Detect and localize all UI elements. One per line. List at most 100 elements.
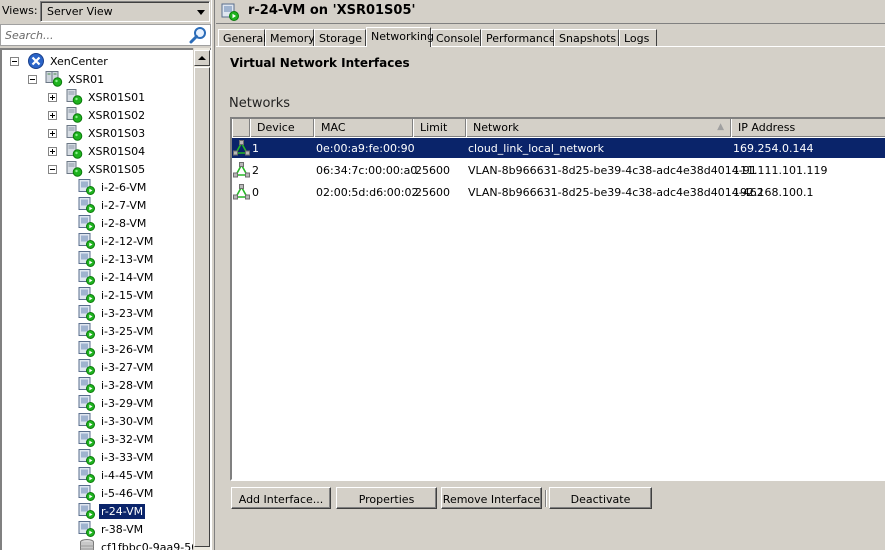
collapse-icon[interactable]	[28, 74, 37, 84]
tree-node[interactable]: XSR01S05	[48, 160, 147, 178]
column-header-mac[interactable]: MAC	[314, 119, 413, 137]
tree-node[interactable]: i-3-33-VM	[78, 448, 155, 466]
column-header-network[interactable]: Network ▲	[466, 119, 731, 137]
collapse-icon[interactable]	[48, 164, 57, 174]
tree-node[interactable]: i-3-29-VM	[78, 394, 155, 412]
cell-ip: 111.111.101.119	[733, 164, 828, 177]
cell-mac: 0e:00:a9:fe:00:90	[316, 142, 415, 155]
tree-node[interactable]: i-2-8-VM	[78, 214, 148, 232]
tree-node-label: XSR01	[68, 72, 105, 86]
vm-running-icon	[78, 341, 96, 357]
tree-node[interactable]: i-2-13-VM	[78, 250, 155, 268]
vif-row[interactable]: 1 0e:00:a9:fe:00:90 cloud_link_local_netwo…	[232, 138, 885, 158]
tree-node[interactable]: i-3-27-VM	[78, 358, 155, 376]
tree-node[interactable]: i-5-46-VM	[78, 484, 155, 502]
tree-node[interactable]: i-2-6-VM	[78, 178, 148, 196]
scroll-up-button[interactable]	[194, 50, 210, 66]
remove-interface-button[interactable]: Remove Interface	[441, 487, 542, 509]
vif-grid[interactable]: Device MAC Limit Network ▲ IP Address 1 0…	[230, 117, 885, 481]
tab-snapshots[interactable]: Snapshots	[554, 29, 619, 47]
resource-tree[interactable]: XenCenter XSR01 XSR01S01 XSR01S02 XSR01S03 XS…	[0, 48, 212, 550]
tree-node[interactable]: r-38-VM	[78, 520, 145, 538]
cell-ip: 169.254.0.144	[733, 142, 814, 155]
collapse-icon[interactable]	[10, 56, 19, 66]
vm-running-icon	[78, 467, 96, 483]
vm-running-icon	[78, 251, 96, 267]
tree-node[interactable]: r-24-VM	[78, 502, 146, 520]
tree-node[interactable]: XSR01S04	[48, 142, 147, 160]
cell-device: 2	[252, 164, 259, 177]
tree-node-label: i-3-29-VM	[101, 396, 154, 410]
tree-node[interactable]: i-3-25-VM	[78, 322, 155, 340]
tree-node-label: i-2-15-VM	[101, 288, 154, 302]
tab-storage[interactable]: Storage	[314, 29, 366, 47]
search-icon[interactable]	[189, 26, 207, 44]
pane-splitter[interactable]	[211, 0, 215, 550]
vm-running-icon	[78, 521, 96, 537]
tree-node-label: i-2-13-VM	[101, 252, 154, 266]
tab-logs[interactable]: Logs	[619, 29, 657, 47]
button-separator	[545, 490, 547, 507]
vm-running-icon	[78, 413, 96, 429]
deactivate-button[interactable]: Deactivate	[549, 487, 652, 509]
host-icon	[65, 143, 83, 159]
sort-ascending-icon: ▲	[717, 122, 724, 132]
tree-node[interactable]: i-2-15-VM	[78, 286, 155, 304]
tree-node[interactable]: i-2-14-VM	[78, 268, 155, 286]
tree-node-label: cf1fbbc0-9aa9-50c	[101, 540, 205, 550]
views-dropdown[interactable]: Server View	[40, 1, 210, 22]
tree-node[interactable]: i-3-28-VM	[78, 376, 155, 394]
tab-networking[interactable]: Networking	[366, 27, 434, 47]
cell-network: VLAN-8b966631-8d25-be39-4c38-adc4e38d401…	[468, 164, 757, 177]
tree-node[interactable]: XSR01S02	[48, 106, 147, 124]
tree-node[interactable]: i-3-32-VM	[78, 430, 155, 448]
tree-node-label: i-3-27-VM	[101, 360, 154, 374]
section-heading: Virtual Network Interfaces	[230, 56, 410, 70]
tree-node-label: XenCenter	[50, 54, 108, 68]
properties-button[interactable]: Properties	[336, 487, 437, 509]
search-box[interactable]	[0, 24, 211, 46]
column-header-device[interactable]: Device	[250, 119, 314, 137]
tab-console[interactable]: Console	[431, 29, 481, 47]
tree-node[interactable]: XSR01S03	[48, 124, 147, 142]
add-interface-button[interactable]: Add Interface...	[231, 487, 331, 509]
vm-running-icon	[78, 503, 96, 519]
tree-node[interactable]: XSR01S01	[48, 88, 147, 106]
vif-row[interactable]: 0 02:00:5d:d6:00:02 25600 VLAN-8b966631-8d2…	[232, 182, 885, 202]
tab-performance[interactable]: Performance	[481, 29, 556, 47]
tree-node[interactable]: i-2-12-VM	[78, 232, 155, 250]
tree-node[interactable]: i-3-23-VM	[78, 304, 155, 322]
title-bar: r-24-VM on 'XSR01S05'	[216, 0, 885, 24]
expand-icon[interactable]	[48, 110, 57, 120]
host-icon	[65, 161, 83, 177]
column-header-ip-address[interactable]: IP Address	[731, 119, 885, 137]
column-header-icon[interactable]	[232, 119, 250, 137]
vm-running-icon	[78, 179, 96, 195]
scroll-thumb[interactable]	[194, 67, 210, 547]
tree-node[interactable]: i-2-7-VM	[78, 196, 148, 214]
tree-node[interactable]: XSR01	[28, 70, 106, 88]
tree-node[interactable]: i-3-30-VM	[78, 412, 155, 430]
tree-node[interactable]: i-4-45-VM	[78, 466, 155, 484]
networks-label: Networks	[229, 96, 291, 111]
vm-running-icon	[78, 449, 96, 465]
tree-node[interactable]: i-3-26-VM	[78, 340, 155, 358]
search-input[interactable]	[3, 26, 183, 44]
vm-running-icon	[78, 377, 96, 393]
tab-memory[interactable]: Memory	[265, 29, 315, 47]
network-interface-icon	[233, 162, 250, 178]
expand-icon[interactable]	[48, 128, 57, 138]
vif-row[interactable]: 2 06:34:7c:00:00:a0 25600 VLAN-8b966631-8d2…	[232, 160, 885, 180]
tree-node-label: i-2-14-VM	[101, 270, 154, 284]
vm-running-icon	[78, 197, 96, 213]
cell-device: 1	[252, 142, 259, 155]
tree-node[interactable]: cf1fbbc0-9aa9-50c	[78, 538, 206, 550]
column-header-limit[interactable]: Limit	[413, 119, 466, 137]
tab-general[interactable]: General	[218, 29, 266, 47]
expand-icon[interactable]	[48, 92, 57, 102]
tree-scrollbar[interactable]	[193, 48, 210, 550]
tree-node[interactable]: XenCenter	[10, 52, 110, 70]
vm-running-icon	[78, 485, 96, 501]
expand-icon[interactable]	[48, 146, 57, 156]
tree-node-label: r-24-VM	[99, 503, 146, 519]
